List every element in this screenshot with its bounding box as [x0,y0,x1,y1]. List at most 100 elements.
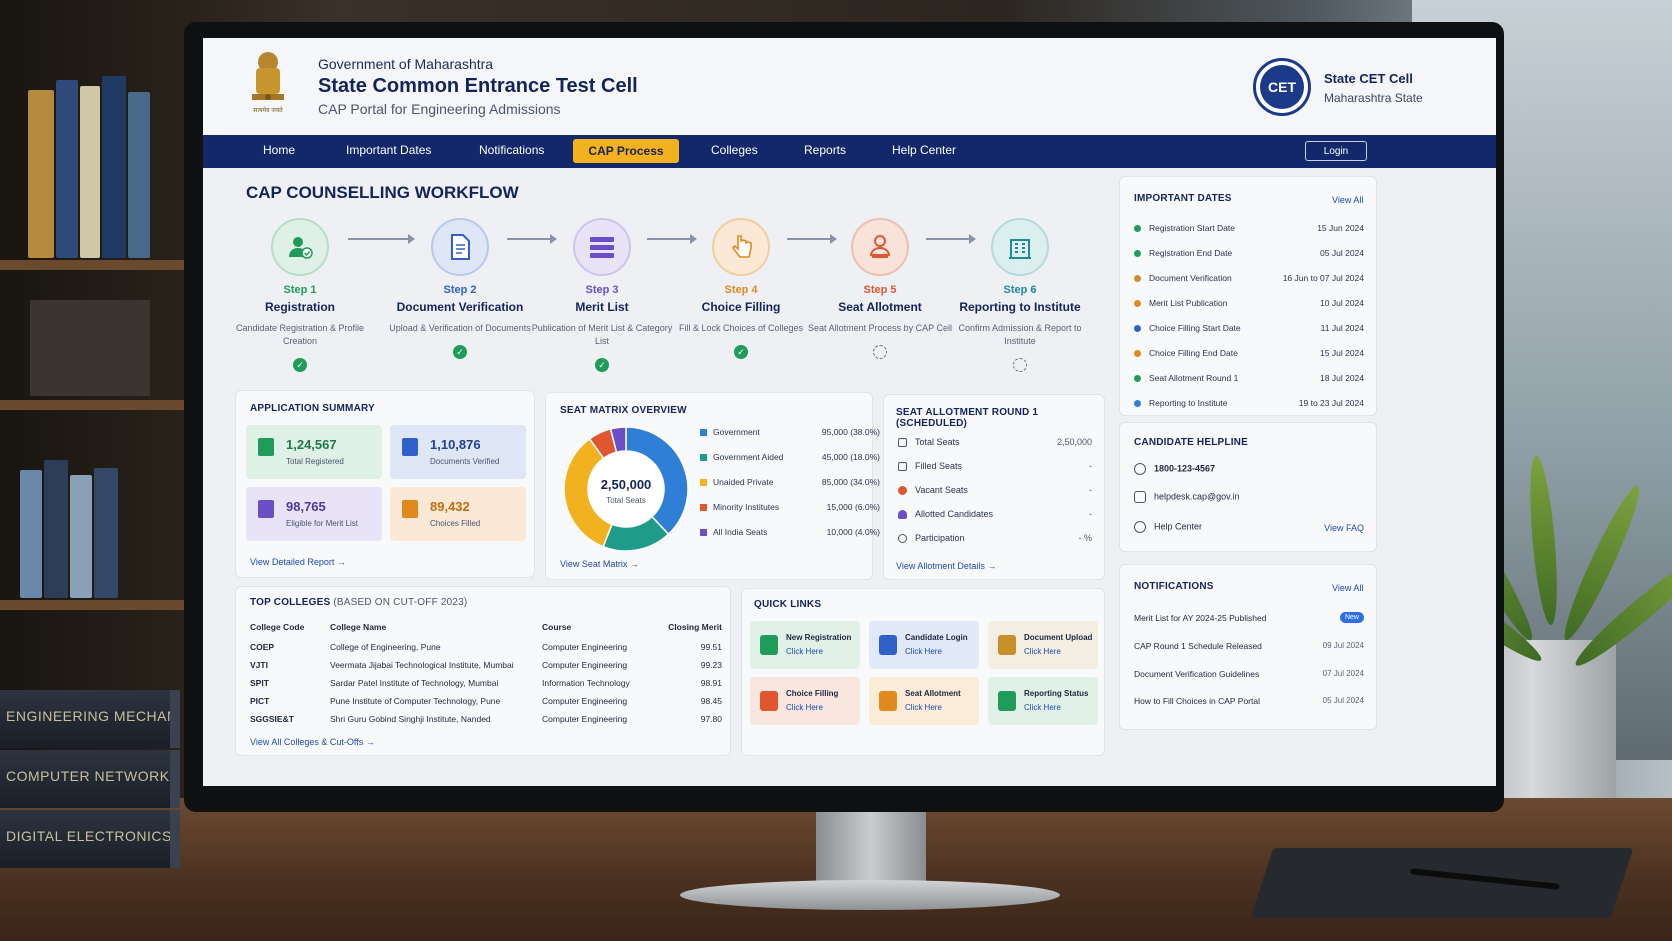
application-summary-card: APPLICATION SUMMARY 1,24,567 Total Regis… [235,390,535,578]
user-check-icon [271,218,329,276]
notification-item[interactable]: CAP Round 1 Schedule Released 09 Jul 2024 [1134,641,1364,651]
college-name: Shri Guru Gobind Singhji Institute, Nand… [330,714,491,724]
college-code: SGGSIE&T [250,714,294,724]
step-description: Upload & Verification of Documents [389,323,531,333]
step-name: Registration [264,300,335,314]
quick-link-label: Seat Allotment [905,689,961,698]
quick-link-seat-allotment[interactable]: Seat Allotment Click Here [869,677,979,725]
seats-icon [898,438,907,448]
view-seat-matrix-link[interactable]: View Seat Matrix → [560,559,639,569]
legend-label: Minority Institutes [713,502,780,512]
nav-notifications[interactable]: Notifications [479,143,544,157]
closing-merit: 97.80 [700,714,722,724]
step-number: Step 4 [724,284,758,296]
date-label: Merit List Publication [1149,298,1228,308]
filled-icon [898,462,907,472]
quick-link-new-registration[interactable]: New Registration Click Here [750,621,860,669]
status-dot [1134,300,1141,308]
workflow-step-registration[interactable]: Step 1 Registration Candidate Registrati… [225,218,375,373]
legend-label: Government [713,427,760,437]
notification-date: 07 Jul 2024 [1322,669,1364,678]
allotment-value: - % [1078,533,1093,543]
brand-name: State CET Cell [1324,71,1413,86]
status-dot [1134,350,1141,358]
nav-help-center[interactable]: Help Center [892,143,956,157]
table-row[interactable]: COEP College of Engineering, Pune Computer… [250,638,722,656]
column-header: College Code [250,622,305,632]
notification-item[interactable]: How to Fill Choices in CAP Portal 05 Jul … [1134,696,1364,706]
step-description: Fill & Lock Choices of Colleges [678,323,804,333]
document-upload-icon [998,635,1016,655]
column-header: Closing Merit [668,622,722,632]
workflow-step-reporting[interactable]: Step 6 Reporting to Institute Confirm Ad… [945,218,1095,373]
card-title: TOP COLLEGES (BASED ON CUT-OFF 2023) [250,597,467,608]
step-name: Reporting to Institute [959,300,1081,314]
date-row: Registration Start Date 15 Jun 2024 [1134,223,1364,233]
stat-value: 98,765 [286,499,326,514]
closing-merit: 99.23 [700,660,722,670]
table-row[interactable]: SPIT Sardar Patel Institute of Technology… [250,674,722,692]
view-all-colleges-link[interactable]: View All Colleges & Cut-Offs → [250,737,375,747]
help-center-label: Help Center [1154,521,1203,532]
date-value: 10 Jul 2024 [1320,298,1364,308]
nav-cap-process[interactable]: CAP Process [573,139,679,163]
college-name: Sardar Patel Institute of Technology, Mu… [330,678,499,688]
login-button[interactable]: Login [1305,141,1367,161]
brand-state: Maharashtra State [1324,91,1423,105]
important-dates-view-all[interactable]: View All [1332,195,1363,205]
merit-list-icon [258,500,274,518]
college-name: Veermata Jijabai Technological Institute… [330,660,514,670]
documents-icon [402,438,418,456]
step-description: Publication of Merit List & Category Lis… [531,323,673,347]
workflow-step-merit-list[interactable]: Step 3 Merit List Publication of Merit L… [527,218,677,373]
nav-home[interactable]: Home [263,143,295,157]
step-name: Seat Allotment [838,300,922,314]
status-dot [1134,325,1141,333]
quick-link-document-upload[interactable]: Document Upload Click Here [988,621,1098,669]
question-icon [1134,521,1146,533]
notification-item[interactable]: Document Verification Guidelines 07 Jul 2… [1134,669,1364,679]
table-row[interactable]: VJTI Veermata Jijabai Technological Insti… [250,656,722,674]
stat-value: 1,10,876 [430,437,481,452]
shelf-book [102,76,126,258]
college-course: Computer Engineering [542,660,628,670]
allotment-value: 2,50,000 [1056,437,1092,447]
quick-link-action: Click Here [786,703,823,712]
nav-reports[interactable]: Reports [804,143,846,157]
completed-check-icon: ✓ [734,345,748,360]
site-header: सत्यमेव जयते Government of Maharashtra S… [203,38,1496,135]
date-row: Registration End Date 05 Jul 2024 [1134,248,1364,258]
quick-link-choice-filling[interactable]: Choice Filling Click Here [750,677,860,725]
legend-swatch [700,454,707,462]
cet-logo-text: CET [1260,65,1304,109]
table-row[interactable]: PICT Pune Institute of Computer Technolog… [250,692,722,710]
notifications-view-all[interactable]: View All [1332,583,1363,593]
step-number: Step 3 [585,284,619,296]
helpline-email-row[interactable]: helpdesk.cap@gov.in [1134,491,1364,503]
stat-label: Documents Verified [430,457,500,466]
legend-value: 15,000 (6.0%) [826,502,880,512]
quick-link-candidate-login[interactable]: Candidate Login Click Here [869,621,979,669]
helpline-phone-row[interactable]: 1800-123-4567 [1134,463,1364,475]
table-row[interactable]: SGGSIE&T Shri Guru Gobind Singhji Institu… [250,710,722,728]
nav-colleges[interactable]: Colleges [711,143,758,157]
view-allotment-details-link[interactable]: View Allotment Details → [896,561,996,571]
view-detailed-report-link[interactable]: View Detailed Report → [250,557,346,567]
view-faq-link[interactable]: View FAQ [1324,523,1364,533]
notification-item[interactable]: Merit List for AY 2024-25 Published New [1134,612,1364,623]
completed-check-icon: ✓ [293,358,307,373]
date-row: Choice Filling Start Date 11 Jul 2024 [1134,323,1364,333]
legend-government: Government 95,000 (38.0%) [700,427,880,437]
helpline-help-center-row[interactable]: Help Center View FAQ [1134,521,1364,533]
nav-important-dates[interactable]: Important Dates [346,143,431,157]
choices-icon [402,500,418,518]
seat-allotment-round-card: SEAT ALLOTMENT ROUND 1 (SCHEDULED) Total… [883,394,1105,580]
shelf-book [44,460,68,598]
donut-total-value: 2,50,000 [601,477,652,492]
allotment-row-allotted-candidates: Allotted Candidates - [898,509,1092,520]
date-row: Reporting to Institute 19 to 23 Jul 2024 [1134,398,1364,408]
date-row: Merit List Publication 10 Jul 2024 [1134,298,1364,308]
donut-chart: 2,50,000 Total Seats [563,426,689,552]
stat-label: Total Registered [286,457,344,466]
quick-link-reporting-status[interactable]: Reporting Status Click Here [988,677,1098,725]
